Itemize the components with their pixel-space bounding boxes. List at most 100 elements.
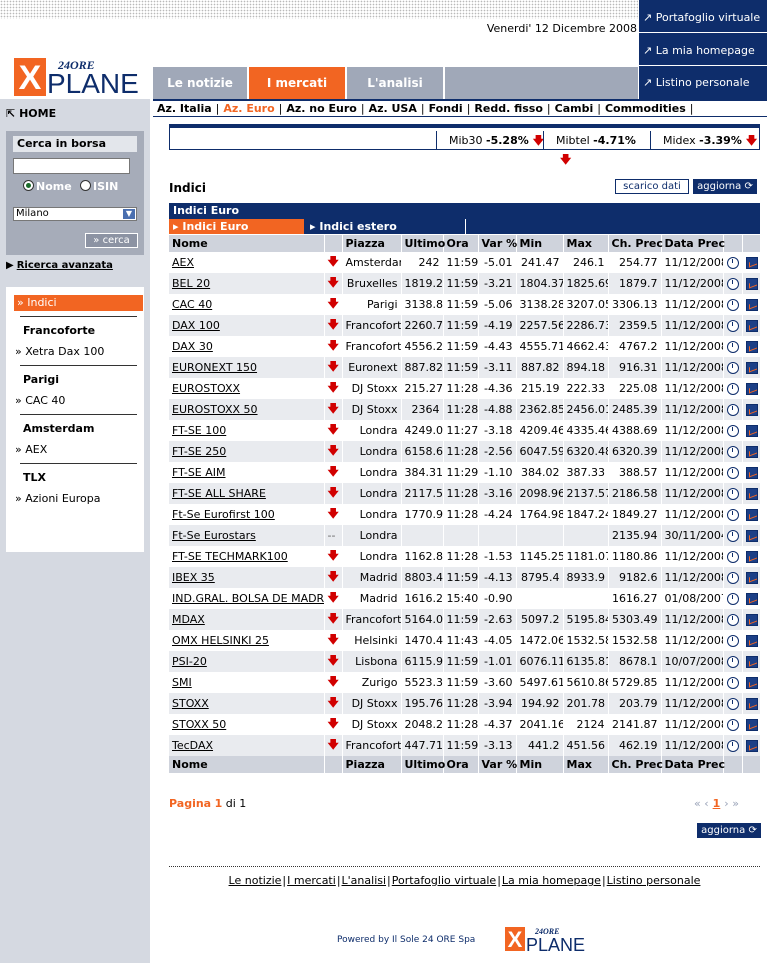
- clock-icon[interactable]: [726, 740, 739, 752]
- ticker-midex[interactable]: Midex -3.39% 🡇: [650, 131, 759, 150]
- subnav-commodities[interactable]: Commodities: [605, 102, 686, 115]
- radio-nome[interactable]: Nome: [23, 180, 72, 193]
- mainnav-analisi[interactable]: L'analisi: [347, 67, 443, 99]
- clock-icon[interactable]: [726, 446, 739, 458]
- index-name-link[interactable]: TecDAX: [172, 739, 213, 752]
- chart-icon[interactable]: [745, 488, 758, 500]
- chart-icon[interactable]: [745, 677, 758, 689]
- index-name-link[interactable]: OMX HELSINKI 25: [172, 634, 269, 647]
- index-name-link[interactable]: EURONEXT 150: [172, 361, 257, 374]
- col-var[interactable]: Var %: [478, 235, 517, 252]
- clock-icon[interactable]: [726, 551, 739, 563]
- chart-icon[interactable]: [745, 278, 758, 290]
- subnav-redd-fisso[interactable]: Redd. fisso: [474, 102, 543, 115]
- chart-icon[interactable]: [745, 320, 758, 332]
- chart-icon[interactable]: [745, 425, 758, 437]
- tab-indici-euro[interactable]: ▸ Indici Euro: [169, 219, 304, 234]
- index-name-link[interactable]: FT-SE 250: [172, 445, 226, 458]
- menu-item-indici[interactable]: » Indici: [14, 295, 143, 311]
- refresh-button-bottom[interactable]: aggiorna ⟳: [697, 823, 761, 838]
- clock-icon[interactable]: [726, 719, 739, 731]
- chart-icon[interactable]: [745, 257, 758, 269]
- index-name-link[interactable]: FT-SE ALL SHARE: [172, 487, 266, 500]
- clock-icon[interactable]: [726, 425, 739, 437]
- search-button[interactable]: » cerca: [85, 233, 138, 248]
- clock-icon[interactable]: [726, 404, 739, 416]
- clock-icon[interactable]: [726, 677, 739, 689]
- index-name-link[interactable]: FT-SE TECHMARK100: [172, 550, 288, 563]
- mainnav-notizie[interactable]: Le notizie: [153, 67, 247, 99]
- index-name-link[interactable]: AEX: [172, 256, 194, 269]
- mainnav-mercati[interactable]: I mercati: [249, 67, 345, 99]
- quicknav-homepage[interactable]: ↗ La mia homepage: [639, 35, 767, 66]
- menu-link-azioni-europa[interactable]: » Azioni Europa: [15, 492, 101, 505]
- chart-icon[interactable]: [745, 404, 758, 416]
- chart-icon[interactable]: [745, 446, 758, 458]
- index-name-link[interactable]: FT-SE 100: [172, 424, 226, 437]
- clock-icon[interactable]: [726, 572, 739, 584]
- footer-link-mercati[interactable]: I mercati: [287, 874, 336, 887]
- next-page-icon[interactable]: ›: [724, 797, 728, 810]
- clock-icon[interactable]: [726, 362, 739, 374]
- quicknav-listino[interactable]: ↗ Listino personale: [639, 67, 767, 98]
- footer-link-notizie[interactable]: Le notizie: [229, 874, 282, 887]
- plane-logo[interactable]: X 24ORE PLANE: [14, 58, 142, 99]
- col-dataprec[interactable]: Data Prec: [661, 235, 725, 252]
- footer-link-portafoglio[interactable]: Portafoglio virtuale: [392, 874, 496, 887]
- col-min[interactable]: Min: [516, 235, 564, 252]
- clock-icon[interactable]: [726, 320, 739, 332]
- footer-link-analisi[interactable]: L'analisi: [342, 874, 387, 887]
- clock-icon[interactable]: [726, 488, 739, 500]
- index-name-link[interactable]: DAX 100: [172, 319, 220, 332]
- chart-icon[interactable]: [745, 656, 758, 668]
- col-ora[interactable]: Ora: [443, 235, 479, 252]
- subnav-fondi[interactable]: Fondi: [429, 102, 463, 115]
- index-name-link[interactable]: EUROSTOXX 50: [172, 403, 258, 416]
- index-name-link[interactable]: STOXX 50: [172, 718, 226, 731]
- first-page-icon[interactable]: «: [694, 797, 701, 810]
- quicknav-portafoglio[interactable]: ↗ Portafoglio virtuale: [639, 2, 767, 33]
- radio-isin[interactable]: ISIN: [80, 180, 118, 193]
- clock-icon[interactable]: [726, 635, 739, 647]
- menu-link-aex[interactable]: » AEX: [15, 443, 47, 456]
- footer-plane-logo[interactable]: X 24ORE PLANE: [505, 925, 597, 955]
- clock-icon[interactable]: [726, 341, 739, 353]
- clock-icon[interactable]: [726, 656, 739, 668]
- tab-indici-estero[interactable]: ▸ Indici estero: [306, 219, 466, 234]
- chart-icon[interactable]: [745, 467, 758, 479]
- prev-page-icon[interactable]: ‹: [704, 797, 708, 810]
- chart-icon[interactable]: [745, 740, 758, 752]
- col-piazza[interactable]: Piazza: [342, 235, 402, 252]
- chart-icon[interactable]: [745, 551, 758, 563]
- col-chprec[interactable]: Ch. Prec: [608, 235, 663, 252]
- ticker-mibtel[interactable]: Mibtel -4.71% 🡇: [543, 131, 651, 166]
- index-name-link[interactable]: IBEX 35: [172, 571, 215, 584]
- menu-link-xetra[interactable]: » Xetra Dax 100: [15, 345, 104, 358]
- clock-icon[interactable]: [726, 383, 739, 395]
- chart-icon[interactable]: [745, 698, 758, 710]
- chart-icon[interactable]: [745, 362, 758, 374]
- subnav-az-no-euro[interactable]: Az. no Euro: [286, 102, 356, 115]
- chart-icon[interactable]: [745, 341, 758, 353]
- chart-icon[interactable]: [745, 719, 758, 731]
- col-ultimo[interactable]: Ultimo: [401, 235, 445, 252]
- subnav-az-italia[interactable]: Az. Italia: [157, 102, 212, 115]
- index-name-link[interactable]: Ft-Se Eurostars: [172, 529, 256, 542]
- home-link[interactable]: ⇱ HOME: [6, 107, 56, 120]
- index-name-link[interactable]: Ft-Se Eurofirst 100: [172, 508, 275, 521]
- footer-link-homepage[interactable]: La mia homepage: [502, 874, 601, 887]
- clock-icon[interactable]: [726, 593, 739, 605]
- market-select[interactable]: Milano ▼: [13, 207, 137, 221]
- search-input[interactable]: [13, 158, 130, 174]
- clock-icon[interactable]: [726, 509, 739, 521]
- col-max[interactable]: Max: [563, 235, 609, 252]
- index-name-link[interactable]: IND.GRAL. BOLSA DE MADRID: [172, 592, 323, 605]
- index-name-link[interactable]: DAX 30: [172, 340, 213, 353]
- download-data-button[interactable]: scarico dati: [615, 179, 689, 194]
- index-name-link[interactable]: CAC 40: [172, 298, 212, 311]
- index-name-link[interactable]: FT-SE AIM: [172, 466, 226, 479]
- chart-icon[interactable]: [745, 572, 758, 584]
- index-name-link[interactable]: STOXX: [172, 697, 209, 710]
- ticker-mib30[interactable]: Mib30 -5.28% 🡇: [436, 131, 550, 150]
- chart-icon[interactable]: [745, 614, 758, 626]
